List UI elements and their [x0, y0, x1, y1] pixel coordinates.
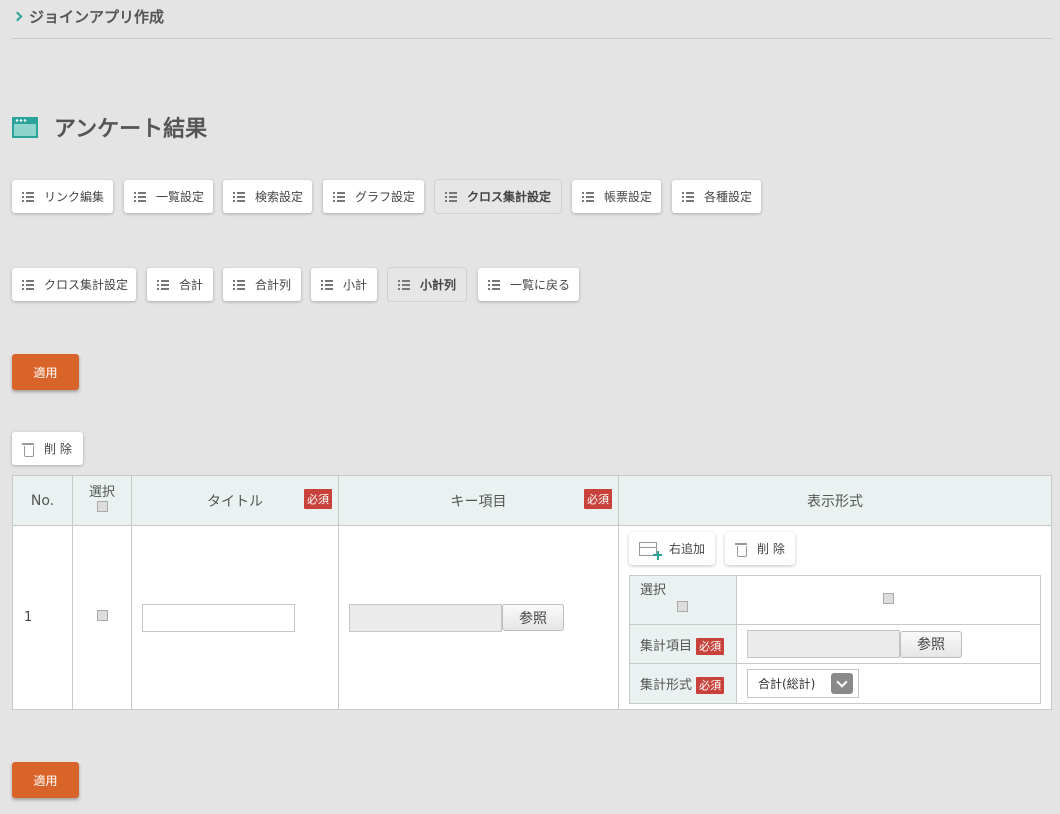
row-select-cell	[72, 525, 132, 710]
header-title: タイトル 必須	[131, 475, 339, 526]
sub-select-all-checkbox[interactable]	[677, 601, 688, 612]
add-right-button[interactable]: 右追加	[629, 532, 715, 565]
header-key-item: キー項目 必須	[338, 475, 619, 526]
agg-format-label-cell: 集計形式 必須	[629, 663, 737, 704]
breadcrumb-label: ジョインアプリ作成	[29, 8, 165, 26]
tab-graph-settings[interactable]: グラフ設定	[323, 180, 424, 213]
agg-format-select[interactable]: 合計(総計)	[747, 669, 859, 698]
agg-item-input	[747, 630, 900, 658]
subtab-total[interactable]: 合計	[147, 268, 213, 301]
delete-button[interactable]: 削 除	[12, 432, 83, 465]
add-column-icon	[639, 541, 662, 560]
tab-list-settings[interactable]: 一覧設定	[124, 180, 213, 213]
tab-misc-settings[interactable]: 各種設定	[672, 180, 761, 213]
header-display-format: 表示形式	[618, 475, 1052, 526]
window-icon	[12, 116, 38, 138]
tab-cross-tab-settings[interactable]: クロス集計設定	[435, 180, 561, 213]
select-all-checkbox[interactable]	[96, 500, 108, 512]
key-item-input	[349, 603, 502, 632]
list-icon	[582, 191, 594, 202]
header-select: 選択	[72, 475, 132, 526]
required-badge: 必須	[696, 677, 725, 694]
row-display-cell: 右追加 削 除 選択 集計項目 必須 参照 集計形式 必須 合計(総計)	[618, 525, 1052, 710]
required-badge: 必須	[696, 637, 725, 655]
list-icon	[682, 191, 694, 202]
trash-icon	[22, 442, 34, 457]
header-no: No.	[12, 475, 73, 526]
subtotal-column-table: No. 選択 タイトル 必須 キー項目 必須 表示形式 1 参照 右追加 削 除…	[12, 475, 1052, 710]
list-icon	[333, 191, 345, 202]
agg-item-label-cell: 集計項目 必須	[629, 624, 737, 664]
subtab-subtotal-column[interactable]: 小計列	[388, 268, 466, 301]
table-header-row: No. 選択 タイトル 必須 キー項目 必須 表示形式	[12, 475, 1052, 526]
agg-format-cell: 合計(総計)	[736, 663, 1041, 704]
list-icon	[445, 191, 457, 202]
key-item-ref-button[interactable]: 参照	[502, 604, 564, 631]
apply-button-top[interactable]: 適用	[12, 354, 79, 390]
subtab-cross-tab-settings[interactable]: クロス集計設定	[12, 268, 136, 301]
list-icon	[233, 279, 245, 290]
chevron-right-icon	[12, 11, 23, 22]
page-title: アンケート結果	[54, 117, 208, 142]
required-badge: 必須	[304, 489, 332, 509]
chevron-down-icon	[831, 673, 853, 694]
row-title-cell	[131, 525, 339, 710]
agg-item-cell: 参照	[736, 624, 1041, 664]
display-delete-button[interactable]: 削 除	[725, 532, 795, 565]
list-icon	[321, 279, 333, 290]
agg-item-ref-button[interactable]: 参照	[900, 630, 962, 658]
row-no: 1	[12, 525, 73, 710]
breadcrumb[interactable]: ジョインアプリ作成	[12, 6, 164, 27]
list-icon	[22, 191, 34, 202]
list-icon	[488, 279, 500, 290]
list-icon	[134, 191, 146, 202]
trash-icon	[735, 542, 747, 557]
subtab-back-to-list[interactable]: 一覧に戻る	[478, 268, 579, 301]
list-icon	[398, 279, 410, 290]
display-format-table: 選択 集計項目 必須 参照 集計形式 必須 合計(総計)	[629, 575, 1041, 704]
required-badge: 必須	[584, 489, 612, 509]
sub-select-cell	[736, 575, 1041, 625]
page-header: アンケート結果	[12, 111, 207, 143]
subtab-total-column[interactable]: 合計列	[223, 268, 301, 301]
apply-button-bottom[interactable]: 適用	[12, 762, 79, 798]
tab-link-edit[interactable]: リンク編集	[12, 180, 113, 213]
list-icon	[157, 279, 169, 290]
tab-report-settings[interactable]: 帳票設定	[572, 180, 661, 213]
list-icon	[233, 191, 245, 202]
tab-search-settings[interactable]: 検索設定	[223, 180, 312, 213]
row-checkbox[interactable]	[96, 610, 108, 621]
table-row: 1 参照 右追加 削 除 選択 集計項目 必須 参照 集計形式 必須 合計(総計…	[12, 525, 1052, 710]
title-input[interactable]	[142, 603, 295, 632]
row-key-cell: 参照	[338, 525, 619, 710]
list-icon	[22, 279, 34, 290]
subtab-subtotal[interactable]: 小計	[311, 268, 377, 301]
divider	[12, 38, 1052, 39]
sub-row-checkbox[interactable]	[883, 592, 894, 604]
sub-select-label-cell: 選択	[629, 575, 737, 625]
